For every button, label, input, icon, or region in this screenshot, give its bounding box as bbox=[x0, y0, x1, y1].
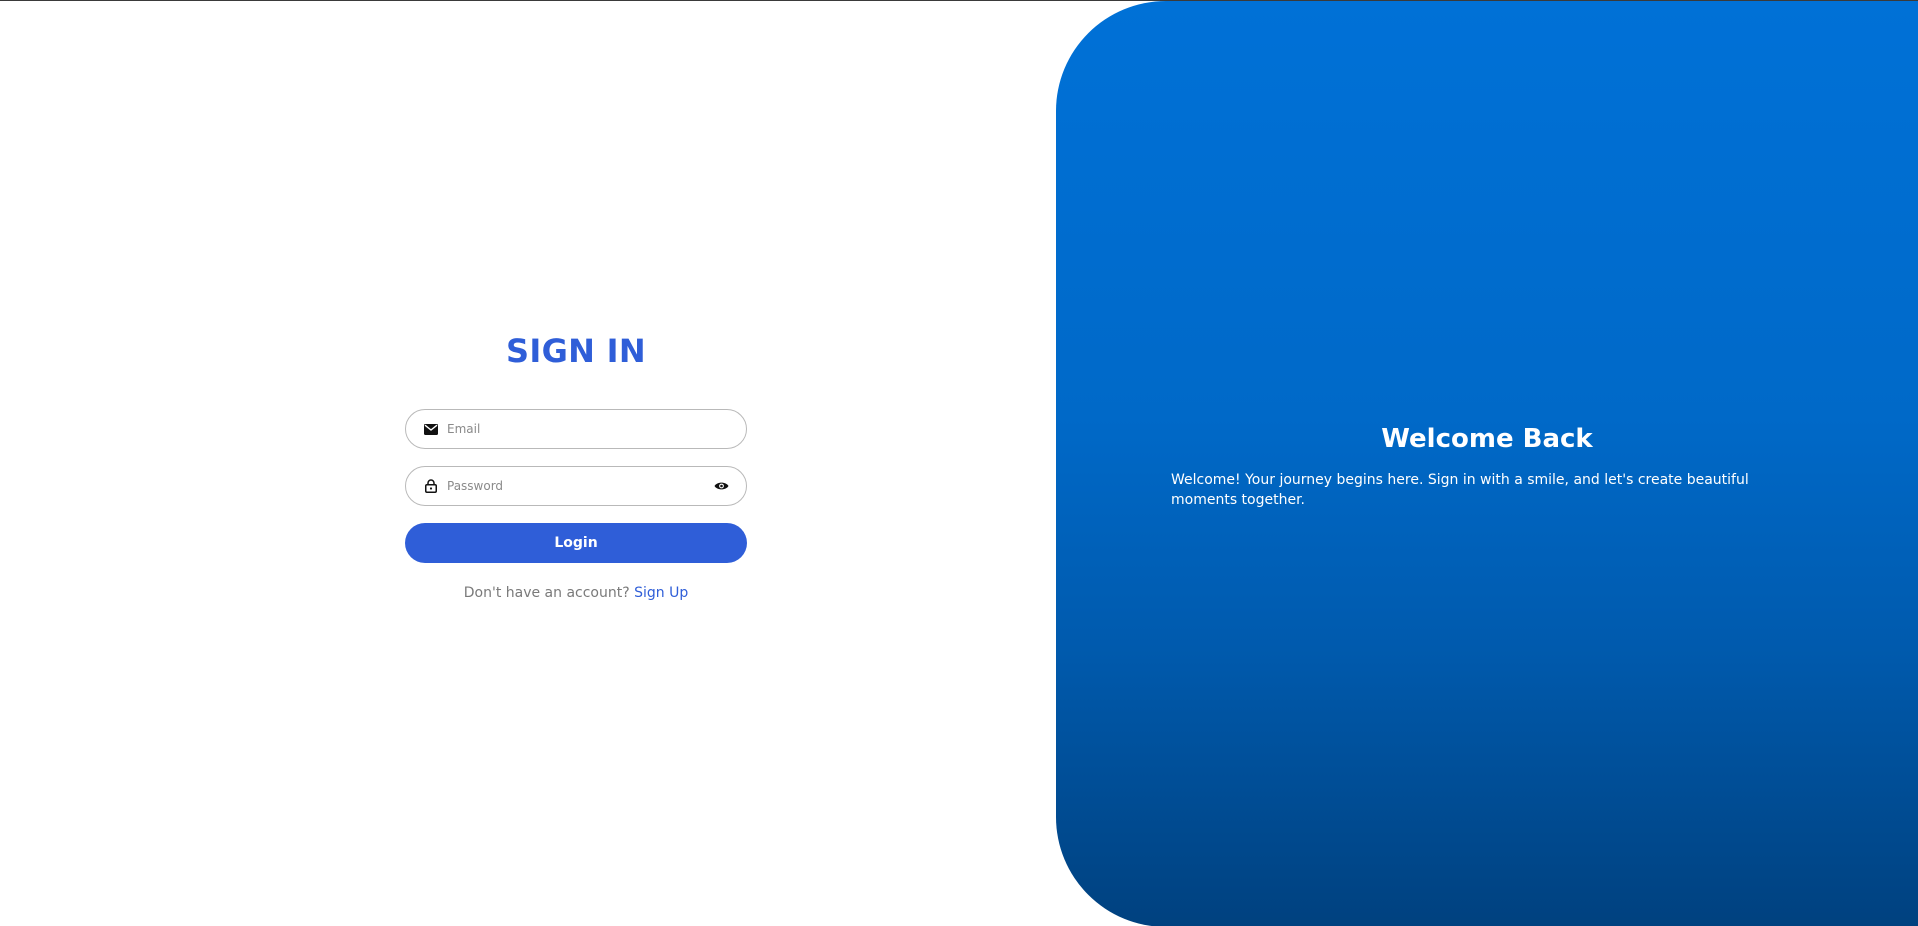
signin-form: SIGN IN Email Login Don't have an accoun… bbox=[405, 329, 747, 601]
signup-prompt-text: Don't have an account? bbox=[463, 585, 635, 601]
welcome-title: Welcome Back bbox=[1381, 424, 1593, 454]
signup-prompt: Don't have an account? Sign Up bbox=[405, 585, 747, 601]
signin-page: SIGN IN Email Login Don't have an accoun… bbox=[0, 0, 1918, 926]
signin-title: SIGN IN bbox=[506, 332, 646, 370]
welcome-panel: Welcome Back Welcome! Your journey begin… bbox=[1056, 1, 1918, 926]
login-button[interactable]: Login bbox=[405, 523, 747, 563]
email-input[interactable] bbox=[447, 410, 746, 448]
eye-icon[interactable] bbox=[713, 478, 729, 494]
signup-link[interactable]: Sign Up bbox=[634, 585, 688, 601]
lock-icon bbox=[423, 478, 439, 494]
envelope-icon bbox=[423, 421, 439, 437]
password-input[interactable] bbox=[447, 467, 705, 505]
password-field[interactable] bbox=[405, 466, 747, 506]
welcome-text: Welcome! Your journey begins here. Sign … bbox=[1171, 472, 1749, 508]
email-field[interactable] bbox=[405, 409, 747, 449]
